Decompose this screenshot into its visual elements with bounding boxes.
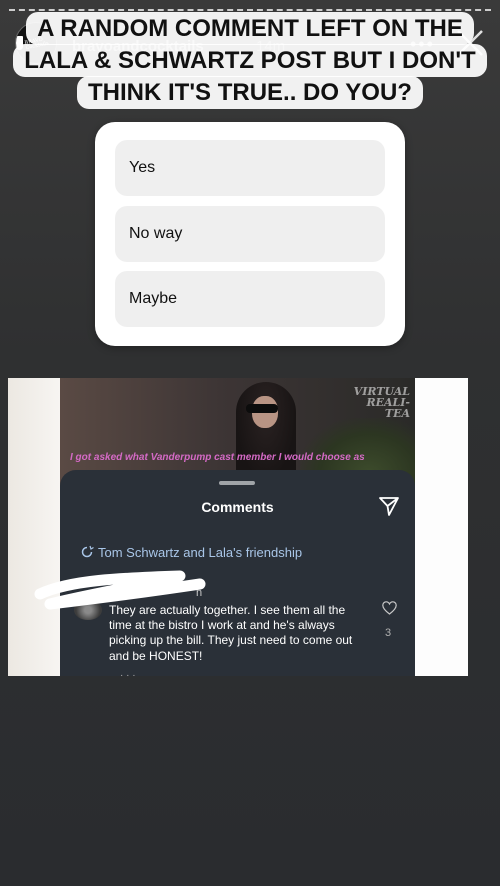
- banner-line-1: A RANDOM COMMENT LEFT ON THE: [26, 12, 474, 45]
- like-count: 3: [385, 627, 392, 639]
- send-icon[interactable]: [378, 495, 400, 517]
- poll-option-maybe[interactable]: Maybe: [115, 271, 385, 327]
- screenshot-left-margin: [8, 378, 60, 676]
- sheet-drag-handle[interactable]: [219, 481, 255, 485]
- video-caption: I got asked what Vanderpump cast member …: [70, 452, 365, 463]
- video-logo: VIRTUAL REALI-TEA: [353, 385, 410, 420]
- search-suggestion-icon: [81, 545, 94, 558]
- banner-line-2: LALA & SCHWARTZ POST BUT I DON'T: [13, 44, 487, 77]
- poll-option-no-way[interactable]: No way: [115, 206, 385, 262]
- more-replies-dots: · · ·: [120, 670, 136, 676]
- commenter-username[interactable]: n: [196, 587, 202, 599]
- heart-icon[interactable]: [382, 601, 397, 615]
- comments-sheet: Comments Tom Schwartz and Lala's friends…: [34, 470, 415, 676]
- comment-text: They are actually together. I see them a…: [109, 603, 353, 663]
- comments-title: Comments: [201, 499, 274, 515]
- poll-option-yes[interactable]: Yes: [115, 140, 385, 196]
- comment-screenshot: VIRTUAL REALI-TEA I got asked what Vande…: [8, 378, 468, 676]
- story-text-banner: A RANDOM COMMENT LEFT ON THE LALA & SCHW…: [0, 0, 500, 109]
- screenshot-right-margin: [415, 378, 468, 676]
- sunglasses-icon: [246, 404, 278, 413]
- search-suggestion[interactable]: Tom Schwartz and Lala's friendship: [98, 545, 302, 560]
- poll-sticker: Yes No way Maybe: [95, 122, 405, 346]
- banner-line-3: THINK IT'S TRUE.. DO YOU?: [77, 76, 423, 109]
